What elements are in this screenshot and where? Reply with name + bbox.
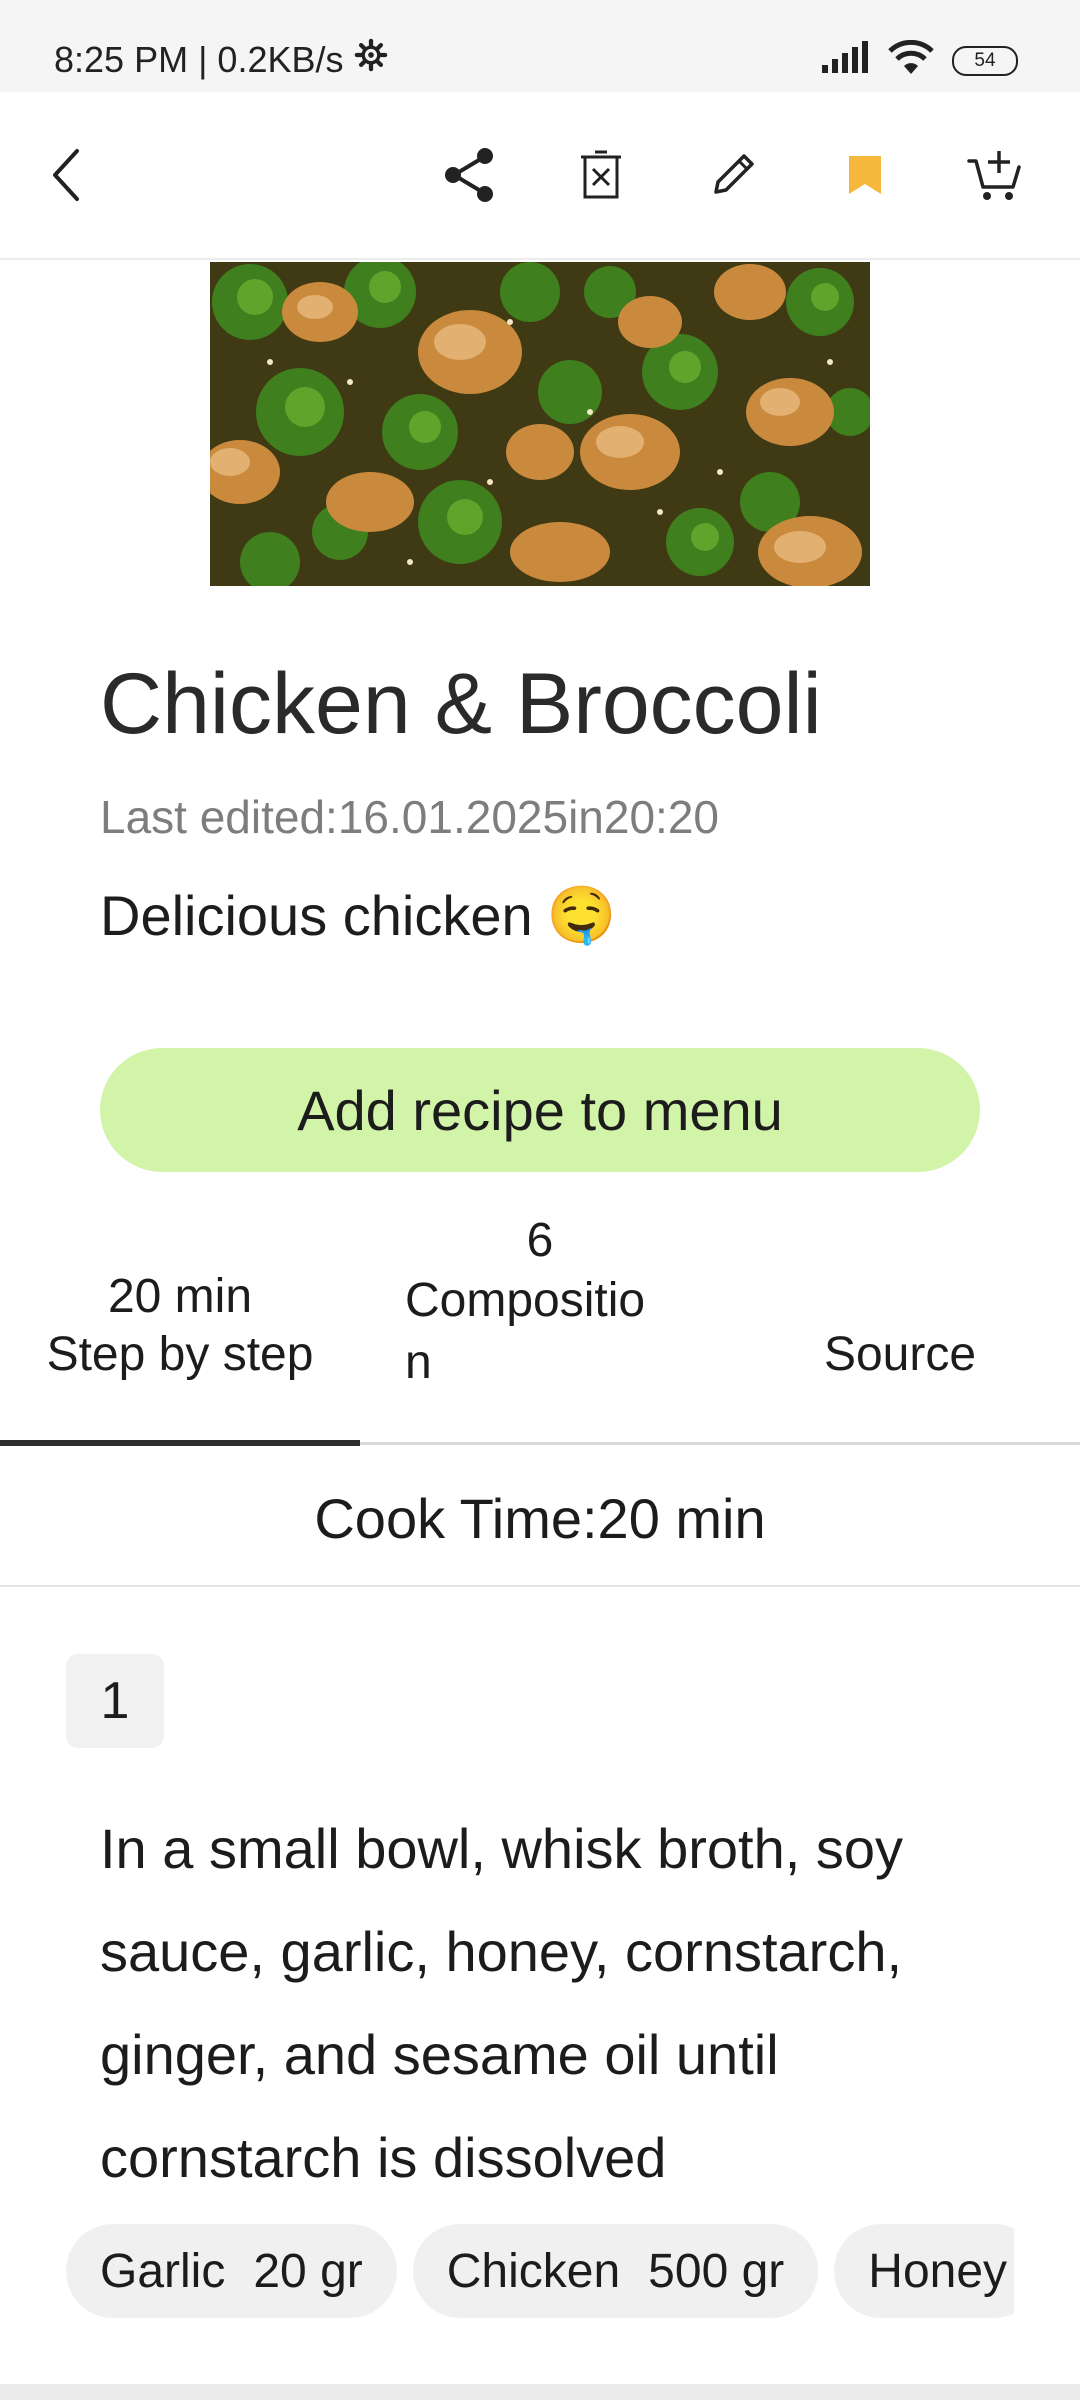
- delete-icon[interactable]: [568, 142, 634, 208]
- status-time: 8:25 PM | 0.2KB/s: [54, 38, 344, 80]
- step-instructions: In a small bowl, whisk broth, soy sauce,…: [100, 1817, 903, 2189]
- last-edited-text: Last edited:16.01.2025in20:20: [100, 791, 719, 843]
- tab-step-by-step[interactable]: 20 min Step by step: [0, 1268, 360, 1384]
- recipe-description: Delicious chicken 🤤: [100, 882, 616, 948]
- cook-time: Cook Time:20 min: [314, 1487, 766, 1550]
- tab-step-by-step-time: 20 min: [107, 1270, 253, 1323]
- ingredient-chip-garlic[interactable]: Garlic 20 gr: [66, 2224, 397, 2318]
- status-left: 8:25 PM | 0.2KB/s: [54, 38, 388, 81]
- add-to-cart-icon[interactable]: [962, 142, 1028, 208]
- signal-icon: [820, 41, 870, 80]
- section-divider: [0, 1585, 1080, 1587]
- tab-active-indicator: [0, 1440, 360, 1446]
- drooling-emoji-icon: 🤤: [546, 883, 617, 946]
- share-icon[interactable]: [436, 142, 502, 208]
- back-icon[interactable]: [34, 142, 100, 208]
- tab-composition-count: 6: [526, 1214, 554, 1267]
- battery-indicator: 54: [952, 45, 1018, 76]
- edit-icon[interactable]: [700, 142, 766, 208]
- recipe-photo: [210, 262, 870, 586]
- toolbar: [0, 92, 1080, 260]
- ingredient-amount: 500 gr: [648, 2244, 785, 2298]
- ingredient-name: Garlic: [100, 2244, 226, 2298]
- ingredient-name: Chicken: [446, 2244, 621, 2298]
- tab-composition[interactable]: 6 Compositio n: [360, 1212, 720, 1394]
- add-recipe-to-menu-button[interactable]: Add recipe to menu: [100, 1048, 980, 1172]
- recipe-title: Chicken & Broccoli: [100, 656, 822, 752]
- tab-source-label: Source: [823, 1328, 977, 1381]
- status-right: 54: [820, 39, 1018, 81]
- description-text: Delicious chicken: [100, 883, 533, 947]
- ingredient-name: Honey: [868, 2244, 1008, 2298]
- wifi-icon: [888, 39, 934, 81]
- status-bar: 8:25 PM | 0.2KB/s 54: [0, 0, 1080, 92]
- bookmark-icon[interactable]: [832, 142, 898, 208]
- ingredient-chip-chicken[interactable]: Chicken 500 gr: [412, 2224, 819, 2318]
- tab-step-by-step-label: Step by step: [46, 1328, 314, 1381]
- ingredient-chips: Garlic 20 gr Chicken 500 gr Honey: [66, 2224, 1014, 2318]
- tab-source[interactable]: Source: [720, 1326, 1080, 1384]
- settings-icon: [354, 38, 388, 81]
- tab-composition-label: Compositio n: [405, 1274, 646, 1389]
- tab-bar: 20 min Step by step 6 Compositio n Sourc…: [0, 1214, 1080, 1444]
- ingredient-amount: 20 gr: [253, 2244, 363, 2298]
- bottom-strip: [0, 2384, 1080, 2400]
- step-number-badge: 1: [66, 1654, 164, 1748]
- ingredient-chip-honey[interactable]: Honey: [834, 2224, 1014, 2318]
